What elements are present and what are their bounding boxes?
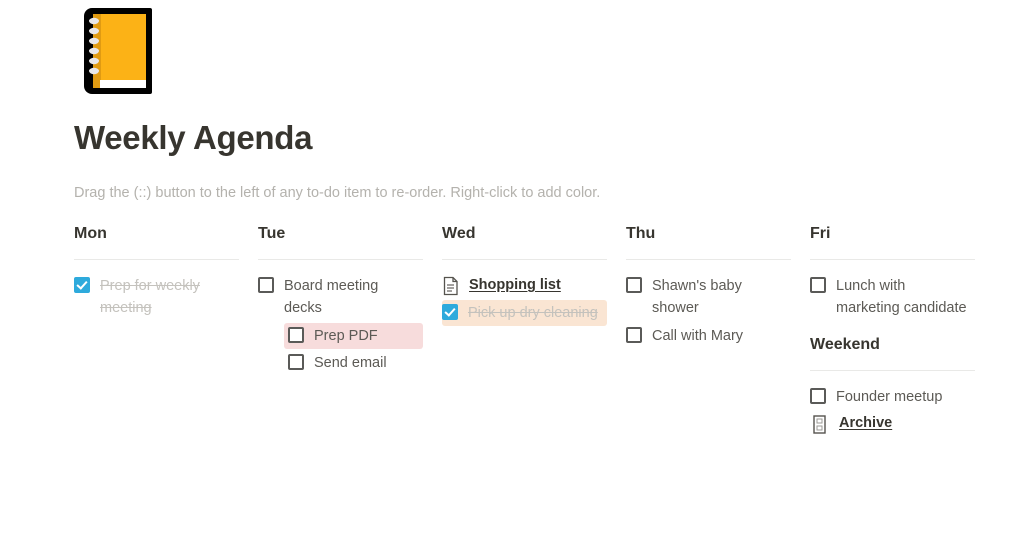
page-title: Weekly Agenda xyxy=(74,119,313,156)
checkbox-unchecked-icon[interactable] xyxy=(810,387,826,404)
column-divider xyxy=(258,259,423,260)
todo-item-label: Call with Mary xyxy=(652,327,744,344)
checkbox-unchecked-icon[interactable] xyxy=(626,326,642,343)
todo-item[interactable]: Pick up dry cleaning xyxy=(442,299,607,327)
todo-item-label: Prep PDF xyxy=(314,327,378,344)
column-divider xyxy=(74,259,239,260)
agenda-page: Weekly Agenda Drag the (::) button to th… xyxy=(0,0,1024,543)
notebook-icon[interactable] xyxy=(82,4,162,98)
todo-item[interactable]: Prep PDF xyxy=(284,322,423,350)
agenda-column-wed: Wed Shopping list Pick up dry cleaning xyxy=(442,224,607,327)
column-heading-wed: Wed xyxy=(442,225,476,242)
todo-item[interactable]: Founder meetup xyxy=(810,384,975,410)
archive-icon xyxy=(813,415,826,435)
page-subtitle: Drag the (::) button to the left of any … xyxy=(74,185,601,201)
page-link[interactable]: Archive xyxy=(810,411,975,437)
todo-item[interactable]: Board meeting decks xyxy=(258,273,423,322)
section-heading-weekend: Weekend xyxy=(810,335,880,353)
checkbox-unchecked-icon[interactable] xyxy=(288,326,304,343)
page-link[interactable]: Shopping list xyxy=(442,273,607,299)
todo-item[interactable]: Shawn's baby shower xyxy=(626,273,791,322)
todo-item-label: Pick up dry cleaning xyxy=(468,304,598,321)
checkbox-checked-icon[interactable] xyxy=(442,303,458,320)
column-heading-fri: Fri xyxy=(810,225,831,242)
todo-item-label: Prep for weekly meeting xyxy=(100,278,200,317)
todo-item-label: Send email xyxy=(314,355,387,372)
column-heading-mon: Mon xyxy=(74,225,107,242)
todo-item-label: Lunch with marketing candidate xyxy=(836,278,967,317)
page-link-label[interactable]: Shopping list xyxy=(469,275,561,297)
document-icon xyxy=(442,276,460,296)
checkbox-unchecked-icon[interactable] xyxy=(258,277,274,293)
todo-item-label: Board meeting decks xyxy=(284,278,379,317)
column-divider xyxy=(442,259,607,260)
checkbox-unchecked-icon[interactable] xyxy=(626,277,642,293)
agenda-column-tue: Tue Board meeting decks Prep PDF Send email xyxy=(258,224,423,378)
todo-item[interactable]: Call with Mary xyxy=(626,323,791,349)
todo-item-label: Shawn's baby shower xyxy=(652,278,742,317)
todo-item[interactable]: Lunch with marketing candidate xyxy=(810,273,975,322)
checkbox-checked-icon[interactable] xyxy=(74,277,90,293)
column-heading-thu: Thu xyxy=(626,225,656,242)
todo-item[interactable]: Prep for weekly meeting xyxy=(74,273,239,322)
todo-item-label: Founder meetup xyxy=(836,388,943,405)
agenda-column-fri: Fri Lunch with marketing candidate Weekend… xyxy=(810,224,975,438)
column-heading-tue: Tue xyxy=(258,225,286,242)
agenda-column-thu: Thu Shawn's baby shower Call with Mary xyxy=(626,224,791,350)
page-link-label[interactable]: Archive xyxy=(839,413,892,435)
checkbox-unchecked-icon[interactable] xyxy=(288,354,304,371)
checkbox-unchecked-icon[interactable] xyxy=(810,277,826,293)
todo-item[interactable]: Send email xyxy=(284,350,423,376)
column-divider xyxy=(810,259,975,260)
agenda-column-mon: Mon Prep for weekly meeting xyxy=(74,224,239,323)
column-divider xyxy=(810,369,975,371)
column-divider xyxy=(626,259,791,260)
agenda-columns: Mon Prep for weekly meeting Tue Board meeti… xyxy=(74,224,1014,438)
